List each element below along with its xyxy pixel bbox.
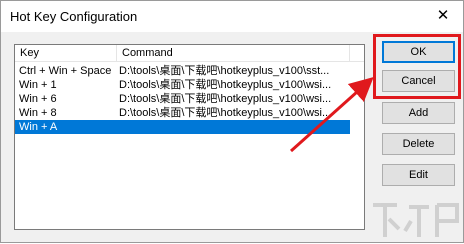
watermark-logo-icon [373,203,459,237]
hotkey-config-dialog: Hot Key Configuration ✕ Key Command Ctrl… [0,0,464,243]
